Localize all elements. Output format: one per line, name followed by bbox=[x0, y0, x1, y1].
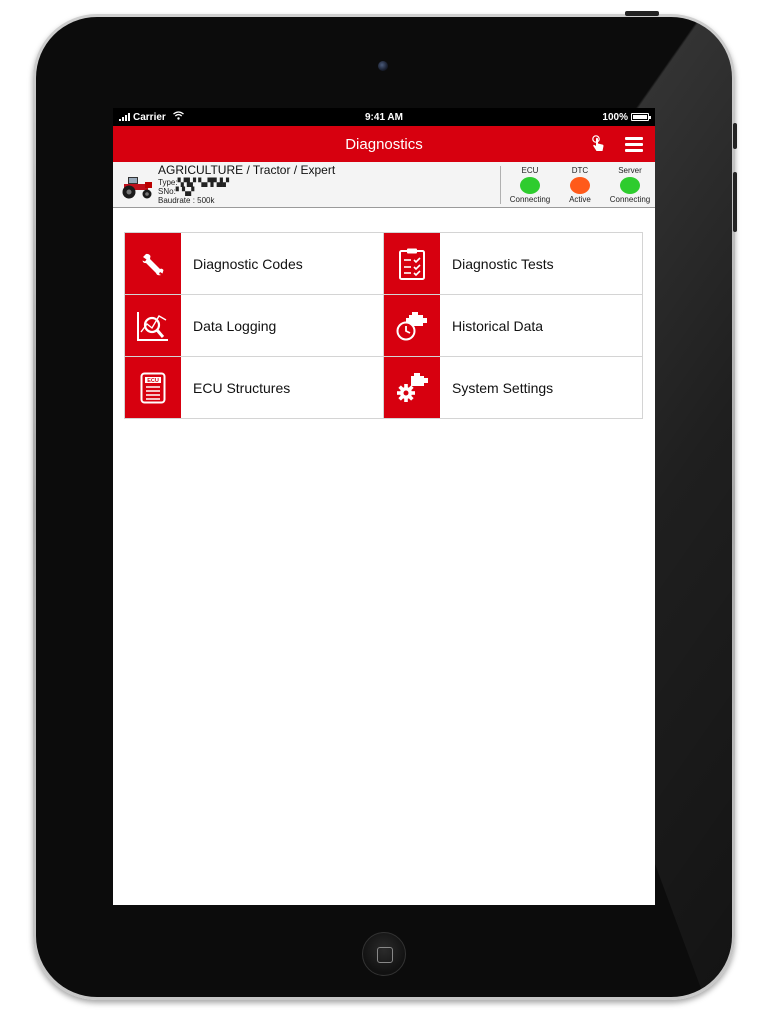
vehicle-serial: SNo:▘▚▞ bbox=[158, 187, 195, 196]
diagnostic-codes-button[interactable]: Diagnostic Codes bbox=[124, 232, 384, 295]
wrench-icon bbox=[125, 233, 181, 294]
svg-text:ECU: ECU bbox=[147, 378, 159, 384]
diagnostic-tests-button[interactable]: Diagnostic Tests bbox=[383, 232, 643, 295]
status-dot bbox=[620, 177, 640, 194]
status-left: Carrier bbox=[119, 111, 184, 123]
data-logging-button[interactable]: Data Logging bbox=[124, 294, 384, 357]
app-screen: Carrier 9:41 AM 100% Diagnostics AGRICUL… bbox=[113, 108, 655, 905]
indicator-label: ECU bbox=[521, 166, 539, 175]
indicator-server: Server Connecting bbox=[605, 166, 655, 204]
touch-icon[interactable] bbox=[587, 133, 609, 155]
main-menu-grid: Diagnostic Codes Diagnostic Tests Data L… bbox=[124, 232, 643, 419]
indicator-label: DTC bbox=[571, 166, 589, 175]
mute-switch bbox=[733, 123, 737, 149]
vehicle-baudrate: Baudrate : 500k bbox=[158, 196, 215, 205]
vehicle-type: Type:▚▜▞ ▚▞▛▟▞ bbox=[158, 178, 230, 187]
nav-bar: Diagnostics bbox=[113, 126, 655, 162]
page-title: Diagnostics bbox=[345, 135, 423, 153]
ecu-document-icon: ECU bbox=[125, 357, 181, 418]
tractor-image bbox=[118, 170, 154, 200]
engine-clock-icon bbox=[384, 295, 440, 356]
wifi-icon bbox=[172, 111, 184, 123]
status-right: 100% bbox=[602, 111, 651, 123]
front-camera bbox=[378, 61, 388, 71]
status-dot bbox=[570, 177, 590, 194]
indicator-label: Server bbox=[618, 166, 642, 175]
carrier-label: Carrier bbox=[133, 111, 166, 123]
vehicle-details: AGRICULTURE / Tractor / Expert Type:▚▜▞ … bbox=[158, 164, 335, 205]
tile-label: Data Logging bbox=[193, 317, 277, 334]
tile-label: System Settings bbox=[452, 379, 554, 396]
signal-icon bbox=[119, 113, 130, 121]
indicator-status: Connecting bbox=[509, 195, 551, 204]
vehicle-info-bar: AGRICULTURE / Tractor / Expert Type:▚▜▞ … bbox=[113, 162, 655, 208]
engine-gear-icon bbox=[384, 357, 440, 418]
chart-magnifier-icon bbox=[125, 295, 181, 356]
home-button[interactable] bbox=[362, 932, 406, 976]
indicator-ecu: ECU Connecting bbox=[505, 166, 555, 204]
ecu-structures-button[interactable]: ECU ECU Structures bbox=[124, 356, 384, 419]
nav-actions bbox=[587, 126, 645, 162]
tile-label: Historical Data bbox=[452, 317, 544, 334]
battery-label: 100% bbox=[602, 111, 628, 123]
indicator-status: Connecting bbox=[609, 195, 651, 204]
tile-label: ECU Structures bbox=[193, 379, 291, 396]
status-time: 9:41 AM bbox=[365, 111, 403, 123]
vehicle-title: AGRICULTURE / Tractor / Expert bbox=[158, 163, 336, 177]
indicator-status: Active bbox=[569, 195, 591, 204]
battery-icon bbox=[631, 113, 651, 121]
power-button bbox=[625, 11, 659, 16]
tile-label: Diagnostic Tests bbox=[452, 255, 554, 272]
tile-label: Diagnostic Codes bbox=[193, 255, 303, 272]
volume-buttons bbox=[733, 172, 737, 232]
system-settings-button[interactable]: System Settings bbox=[383, 356, 643, 419]
clipboard-checklist-icon bbox=[384, 233, 440, 294]
status-dot bbox=[520, 177, 540, 194]
status-bar: Carrier 9:41 AM 100% bbox=[113, 108, 655, 126]
indicator-dtc: DTC Active bbox=[555, 166, 605, 204]
historical-data-button[interactable]: Historical Data bbox=[383, 294, 643, 357]
connection-indicators: ECU Connecting DTC Active Server Connect… bbox=[500, 166, 655, 204]
menu-icon[interactable] bbox=[623, 133, 645, 155]
